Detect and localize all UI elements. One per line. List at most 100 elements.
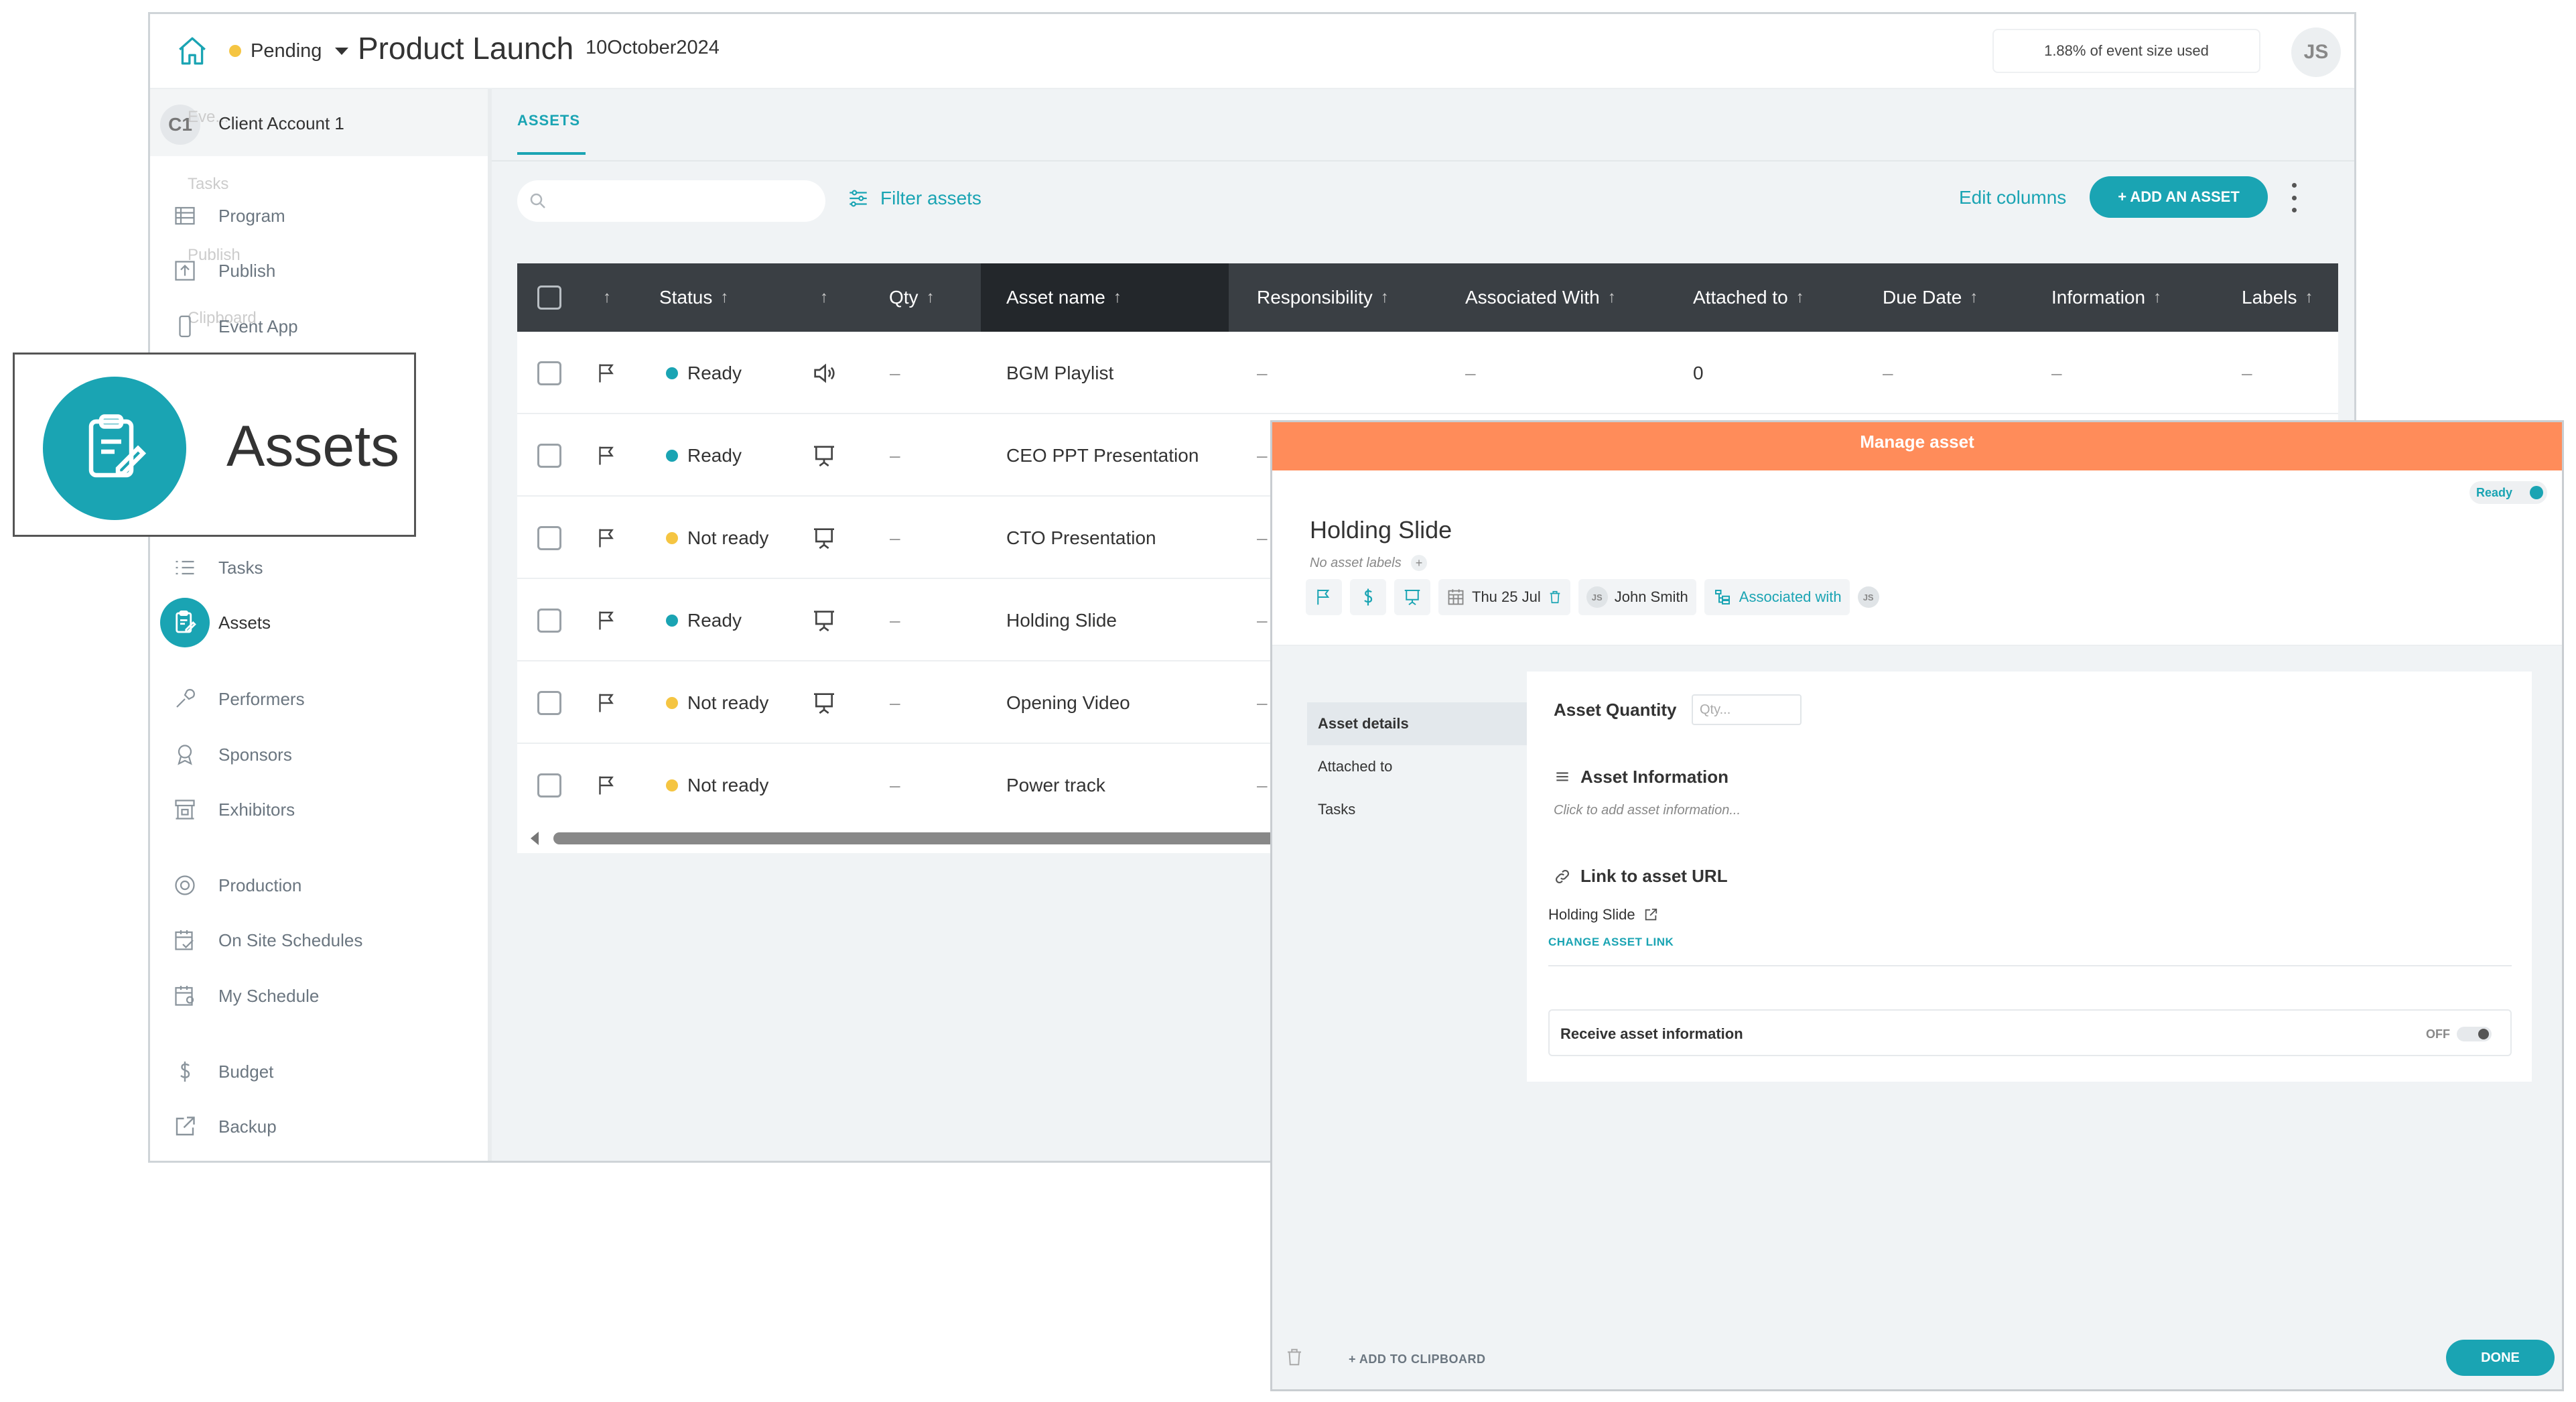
sidebar-item-performers[interactable]: Performers	[170, 679, 305, 719]
tab-attached-to[interactable]: Attached to	[1307, 745, 1528, 788]
table-row[interactable]: Ready – BGM Playlist – – 0 – – –	[517, 332, 2338, 414]
more-options-icon[interactable]	[2287, 183, 2301, 212]
change-asset-link-button[interactable]: CHANGE ASSET LINK	[1548, 936, 1674, 949]
avatar: JS	[1586, 586, 1608, 608]
row-checkbox[interactable]	[537, 332, 561, 414]
budget-chip[interactable]	[1350, 579, 1386, 615]
filter-label: Filter assets	[880, 188, 981, 208]
trash-icon[interactable]	[1548, 590, 1562, 604]
home-icon[interactable]	[176, 34, 209, 68]
scroll-left-icon[interactable]	[531, 832, 539, 845]
modal-summary: Ready Holding Slide No asset labels + Th…	[1272, 470, 2562, 646]
search-input[interactable]	[517, 180, 825, 222]
flag-icon[interactable]	[595, 579, 619, 661]
sidebar-item-my-schedule[interactable]: My Schedule	[170, 976, 319, 1016]
hierarchy-icon	[1714, 590, 1730, 604]
flag-icon[interactable]	[595, 414, 619, 497]
scroll-thumb[interactable]	[553, 832, 1344, 844]
sidebar-item-event-app[interactable]: Event App	[170, 306, 298, 346]
sidebar-item-label: Sponsors	[218, 744, 292, 765]
asset-name-cell[interactable]: CEO PPT Presentation	[1006, 414, 1199, 497]
filter-assets-button[interactable]: Filter assets	[847, 187, 981, 210]
flag-icon[interactable]	[595, 332, 619, 414]
flag-chip[interactable]	[1306, 579, 1342, 615]
sidebar-item-label: My Schedule	[218, 985, 320, 1006]
tab-asset-details[interactable]: Asset details	[1307, 702, 1528, 745]
sidebar-item-label: Budget	[218, 1061, 274, 1082]
modal-side-tabs: Asset details Attached to Tasks	[1307, 702, 1528, 831]
flag-icon[interactable]	[595, 744, 619, 826]
add-asset-button[interactable]: + ADD AN ASSET	[2090, 176, 2268, 218]
flag-icon[interactable]	[595, 497, 619, 579]
event-status-dropdown[interactable]: Pending	[229, 34, 349, 68]
asset-name-cell[interactable]: Opening Video	[1006, 661, 1130, 744]
add-to-clipboard-button[interactable]: + ADD TO CLIPBOARD	[1349, 1352, 1486, 1366]
sidebar: C1 Client Account 1 Eve... Tasks Publish…	[150, 89, 492, 1161]
sidebar-item-exhibitors[interactable]: Exhibitors	[170, 789, 295, 830]
user-avatar[interactable]: JS	[2291, 27, 2341, 77]
associated-avatar[interactable]: JS	[1857, 586, 1879, 608]
row-checkbox[interactable]	[537, 661, 561, 744]
add-label-icon[interactable]: +	[1410, 555, 1427, 571]
status-cell: Not ready	[666, 661, 768, 744]
sidebar-item-backup[interactable]: Backup	[170, 1106, 277, 1147]
row-checkbox[interactable]	[537, 414, 561, 497]
row-checkbox[interactable]	[537, 497, 561, 579]
tab-assets[interactable]: ASSETS	[517, 112, 580, 129]
booth-icon	[170, 795, 200, 824]
asset-labels: No asset labels +	[1310, 555, 1427, 571]
column-associated-with[interactable]: Associated With ↑	[1465, 263, 1616, 332]
asset-name-cell[interactable]: BGM Playlist	[1006, 332, 1113, 414]
column-due-date[interactable]: Due Date ↑	[1883, 263, 1978, 332]
asset-link[interactable]: Holding Slide	[1548, 906, 1658, 923]
sidebar-item-assets[interactable]: Assets	[160, 598, 271, 647]
checklist-icon	[170, 553, 200, 582]
asset-information-input[interactable]: Click to add asset information...	[1554, 803, 1741, 818]
tab-tasks[interactable]: Tasks	[1307, 788, 1528, 831]
asset-name-cell[interactable]: CTO Presentation	[1006, 497, 1156, 579]
ghost-label: Eve...	[188, 108, 229, 126]
edit-columns-link[interactable]: Edit columns	[1959, 187, 2066, 208]
responsible-chip[interactable]: JS John Smith	[1578, 579, 1696, 615]
column-qty[interactable]: Qty ↑	[889, 263, 935, 332]
column-information[interactable]: Information ↑	[2051, 263, 2161, 332]
column-labels[interactable]: Labels ↑	[2242, 263, 2313, 332]
sidebar-item-sponsors[interactable]: Sponsors	[170, 735, 292, 775]
type-chip[interactable]	[1394, 579, 1430, 615]
asset-details-panel: Asset Quantity Qty... Asset Information …	[1527, 672, 2532, 1082]
sidebar-item-program[interactable]: Program	[170, 196, 285, 236]
sidebar-item-publish[interactable]: Publish	[170, 251, 275, 291]
asset-name-cell[interactable]: Holding Slide	[1006, 579, 1117, 661]
sidebar-item-budget[interactable]: Budget	[170, 1052, 273, 1092]
tab-bar: ASSETS	[492, 89, 2354, 162]
qty-cell: –	[890, 444, 900, 466]
column-responsibility[interactable]: Responsibility ↑	[1257, 263, 1389, 332]
link-icon	[1556, 869, 1569, 883]
ready-toggle[interactable]: Ready	[2469, 481, 2547, 504]
asset-name-cell[interactable]: Power track	[1006, 744, 1105, 826]
sidebar-item-tasks[interactable]: Tasks	[170, 548, 263, 588]
column-status[interactable]: Status ↑	[659, 263, 728, 332]
asset-title[interactable]: Holding Slide	[1310, 516, 1452, 544]
dollar-icon	[1364, 588, 1373, 606]
tab-underline	[517, 152, 586, 155]
sort-flag-column[interactable]: ↑	[603, 263, 611, 332]
sidebar-item-label: Program	[218, 205, 285, 226]
callout-label: Assets	[226, 414, 400, 479]
sort-type-column[interactable]: ↑	[820, 263, 828, 332]
flag-icon[interactable]	[595, 661, 619, 744]
receive-toggle[interactable]: OFF	[2426, 1027, 2492, 1041]
select-all-checkbox[interactable]	[537, 263, 561, 332]
due-date-chip[interactable]: Thu 25 Jul	[1438, 579, 1570, 615]
associated-with-chip[interactable]: Associated with	[1704, 579, 1850, 615]
sidebar-item-production[interactable]: Production	[170, 865, 301, 905]
sidebar-item-on-site-schedules[interactable]: On Site Schedules	[170, 920, 362, 960]
done-button[interactable]: DONE	[2446, 1340, 2555, 1376]
column-attached-to[interactable]: Attached to ↑	[1693, 263, 1804, 332]
row-checkbox[interactable]	[537, 744, 561, 826]
status-label: Pending	[251, 40, 322, 62]
trash-icon[interactable]	[1284, 1347, 1304, 1367]
row-checkbox[interactable]	[537, 579, 561, 661]
quantity-input[interactable]: Qty...	[1692, 694, 1802, 725]
column-asset-name[interactable]: Asset name ↑	[981, 263, 1229, 332]
